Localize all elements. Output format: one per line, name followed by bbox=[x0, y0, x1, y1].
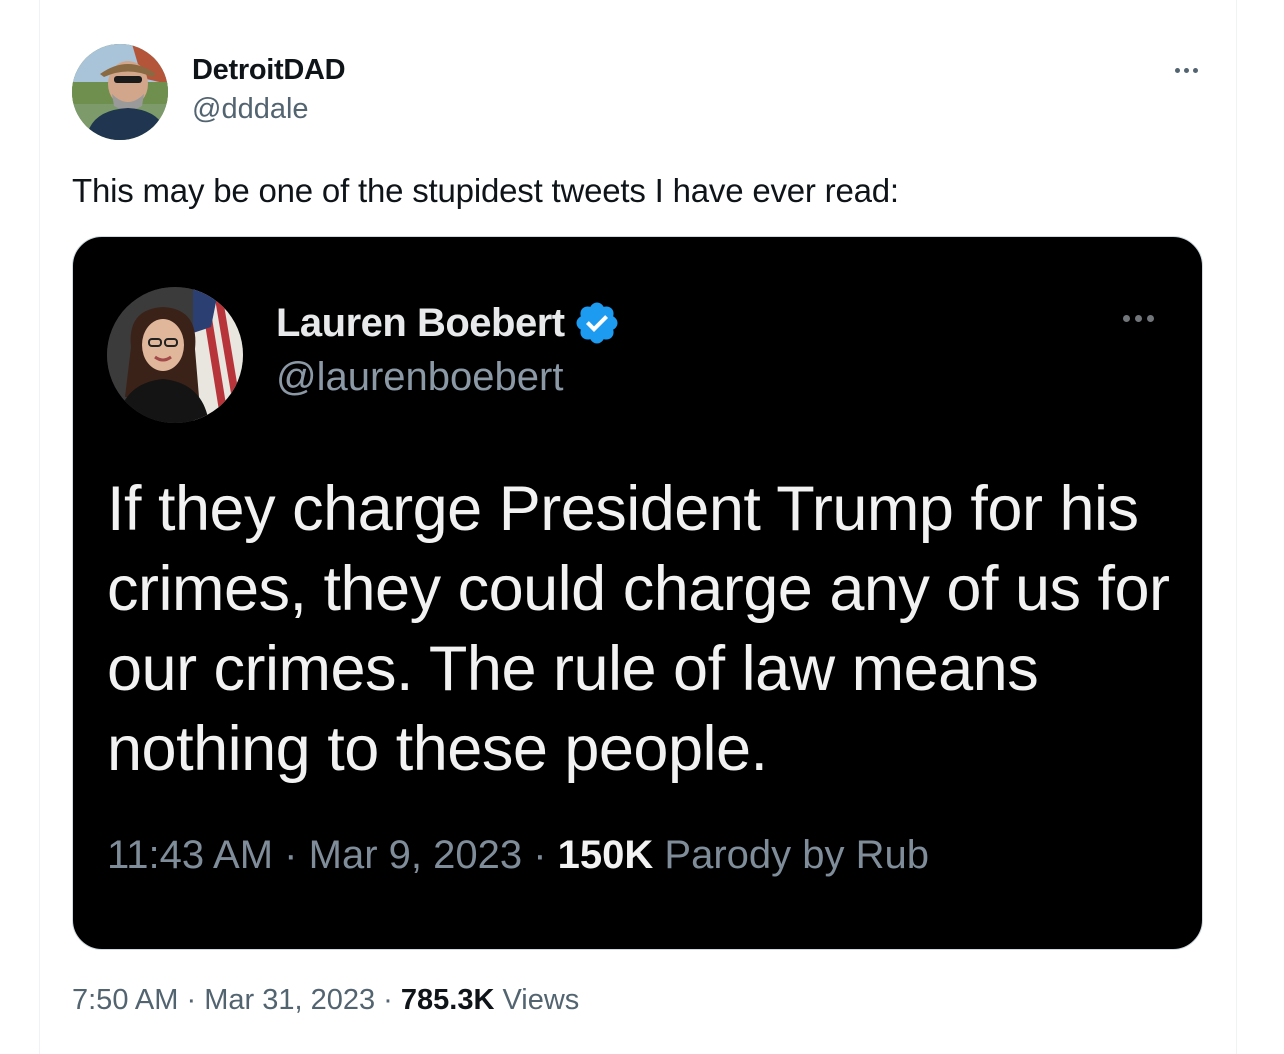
views-label[interactable]: Views bbox=[502, 984, 579, 1016]
embedded-views-count: 150K bbox=[557, 833, 654, 877]
verified-badge-icon bbox=[576, 302, 618, 344]
embedded-avatar-image bbox=[107, 287, 243, 423]
embedded-time: 11:43 AM bbox=[107, 833, 274, 877]
author-name[interactable]: DetroitDAD bbox=[192, 54, 346, 87]
author-avatar-image bbox=[72, 44, 168, 140]
embedded-views-label: Parody by Rub bbox=[664, 833, 930, 877]
embedded-author-handle: @laurenboebert bbox=[276, 355, 564, 399]
embedded-more-dot bbox=[1147, 315, 1154, 322]
author-handle[interactable]: @dddale bbox=[192, 93, 309, 126]
views-count[interactable]: 785.3K bbox=[401, 984, 495, 1016]
embedded-more-horizontal-icon bbox=[1123, 315, 1154, 322]
separator: · bbox=[383, 984, 393, 1016]
embedded-avatar bbox=[107, 287, 243, 423]
separator: · bbox=[186, 984, 197, 1016]
more-horizontal-icon-dot bbox=[1192, 67, 1198, 73]
tweet-media-image[interactable]: Lauren Boebert @laurenboebert If they ch… bbox=[72, 236, 1203, 950]
separator: · bbox=[533, 833, 547, 877]
embedded-tweet-text: If they charge President Trump for his c… bbox=[107, 474, 1170, 784]
more-options-button[interactable] bbox=[1166, 56, 1206, 84]
embedded-author-name: Lauren Boebert bbox=[276, 300, 565, 345]
more-horizontal-icon-dot bbox=[1183, 67, 1189, 73]
embedded-more-dot bbox=[1123, 315, 1130, 322]
separator: · bbox=[284, 833, 298, 877]
tweet-meta: 7:50 AM · Mar 31, 2023 · 785.3K Views bbox=[72, 984, 579, 1017]
tweet-time[interactable]: 7:50 AM bbox=[72, 984, 178, 1016]
tweet-text: This may be one of the stupidest tweets … bbox=[72, 172, 899, 209]
page: DetroitDAD @dddale This may be one of th… bbox=[0, 0, 1284, 1054]
tweet-date[interactable]: Mar 31, 2023 bbox=[204, 984, 375, 1016]
more-horizontal-icon bbox=[1174, 67, 1180, 73]
embedded-more-dot bbox=[1135, 315, 1142, 322]
embedded-name-row: Lauren Boebert bbox=[276, 299, 621, 347]
embedded-date: Mar 9, 2023 bbox=[308, 833, 523, 877]
author-avatar[interactable] bbox=[72, 44, 168, 140]
embedded-tweet-meta: 11:43 AM · Mar 9, 2023 · 150K Parody by … bbox=[107, 833, 929, 878]
